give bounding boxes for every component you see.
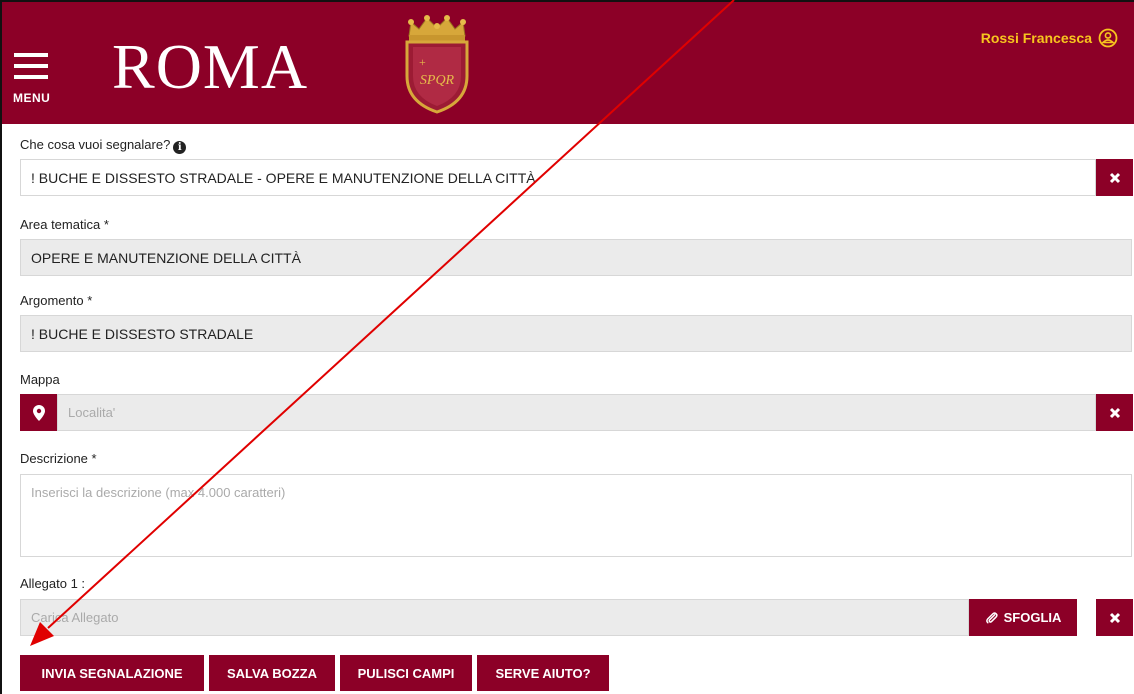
clear-fields-button[interactable]: PULISCI CAMPI xyxy=(340,655,472,691)
roma-emblem: SPQR + xyxy=(405,15,469,114)
send-report-button[interactable]: INVIA SEGNALAZIONE xyxy=(20,655,204,691)
close-icon xyxy=(1109,407,1120,418)
svg-text:+: + xyxy=(419,55,426,69)
what-input[interactable]: ! BUCHE E DISSESTO STRADALE - OPERE E MA… xyxy=(20,159,1096,196)
attachment-input[interactable]: Carica Allegato xyxy=(20,599,969,636)
menu-icon xyxy=(14,53,48,57)
topic-field: ! BUCHE E DISSESTO STRADALE xyxy=(20,315,1132,352)
attachment-label: Allegato 1 : xyxy=(20,576,86,591)
emblem-lettering: SPQR xyxy=(420,73,455,88)
area-label: Area tematica * xyxy=(20,217,109,232)
user-name: Rossi Francesca xyxy=(980,30,1092,46)
logo-text: ROMA xyxy=(112,31,309,102)
site-header: MENU ROMA SPQR + Rossi Francesca xyxy=(2,2,1134,124)
close-icon xyxy=(1109,612,1120,623)
what-label: Che cosa vuoi segnalare? i xyxy=(20,137,187,154)
menu-button[interactable]: MENU xyxy=(12,53,64,107)
user-icon xyxy=(1098,28,1118,48)
clear-what-button[interactable] xyxy=(1096,159,1133,196)
description-textarea[interactable]: Inserisci la descrizione (max 4.000 cara… xyxy=(20,474,1132,557)
user-menu[interactable]: Rossi Francesca xyxy=(981,28,1118,48)
map-label: Mappa xyxy=(20,372,60,387)
description-label: Descrizione * xyxy=(20,451,97,466)
browse-button[interactable]: SFOGLIA xyxy=(969,599,1077,636)
info-icon[interactable]: i xyxy=(173,141,187,154)
map-marker-button[interactable] xyxy=(20,394,57,431)
paperclip-icon xyxy=(985,612,998,624)
area-field: OPERE E MANUTENZIONE DELLA CITTÀ xyxy=(20,239,1132,276)
clear-location-button[interactable] xyxy=(1096,394,1133,431)
topic-label: Argomento * xyxy=(20,293,93,308)
save-draft-button[interactable]: SALVA BOZZA xyxy=(209,655,335,691)
close-icon xyxy=(1109,172,1120,183)
menu-label: MENU xyxy=(13,91,51,105)
help-button[interactable]: SERVE AIUTO? xyxy=(477,655,609,691)
clear-attachment-button[interactable] xyxy=(1096,599,1133,636)
map-marker-icon xyxy=(32,404,45,421)
location-input[interactable]: Localita' xyxy=(57,394,1096,431)
